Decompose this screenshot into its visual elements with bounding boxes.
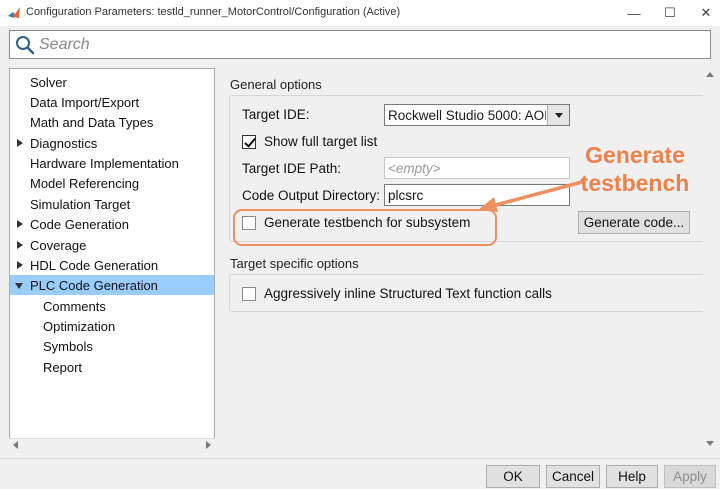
tree-item-label: Report: [43, 359, 83, 375]
tree-item-report[interactable]: Report: [10, 357, 214, 377]
apply-button[interactable]: Apply: [664, 465, 716, 488]
search-icon: [16, 36, 35, 55]
expand-arrow-icon[interactable]: [17, 220, 23, 228]
window-title: Configuration Parameters: testld_runner_…: [26, 6, 401, 18]
search-box[interactable]: [9, 30, 711, 59]
tree-item-hdl-code-generation[interactable]: HDL Code Generation: [10, 255, 214, 275]
general-options-title: General options: [230, 77, 322, 92]
maximize-button[interactable]: ☐: [652, 0, 688, 26]
show-full-target-list-label: Show full target list: [264, 134, 378, 149]
help-button[interactable]: Help: [606, 465, 658, 488]
tree-item-plc-code-generation[interactable]: PLC Code Generation: [10, 275, 214, 295]
collapse-arrow-icon[interactable]: [15, 283, 23, 289]
cancel-button[interactable]: Cancel: [546, 465, 600, 488]
tree-item-data-import-export[interactable]: Data Import/Export: [10, 92, 214, 112]
tree-item-label: Math and Data Types: [30, 114, 154, 130]
tree-item-label: Diagnostics: [30, 135, 98, 151]
tree-item-label: Symbols: [43, 338, 93, 354]
search-input[interactable]: [39, 33, 699, 56]
tree-item-label: Solver: [30, 74, 67, 90]
tree-item-symbols[interactable]: Symbols: [10, 336, 214, 356]
scroll-down-icon[interactable]: [706, 441, 714, 446]
scroll-up-icon[interactable]: [706, 72, 714, 77]
target-ide-select[interactable]: Rockwell Studio 5000: AOI: [384, 104, 570, 126]
tree-item-label: Optimization: [43, 318, 116, 334]
tree-item-label: Hardware Implementation: [30, 155, 179, 171]
tree-item-label: PLC Code Generation: [30, 277, 158, 293]
tree-item-math-and-data-types[interactable]: Math and Data Types: [10, 112, 214, 132]
tree-item-simulation-target[interactable]: Simulation Target: [10, 194, 214, 214]
tree-item-label: Data Import/Export: [30, 94, 140, 110]
tree-item-comments[interactable]: Comments: [10, 296, 214, 316]
minimize-button[interactable]: —: [616, 0, 652, 26]
target-ide-path-label: Target IDE Path:: [242, 161, 342, 176]
tree-item-solver[interactable]: Solver: [10, 72, 214, 92]
inline-structured-text-label: Aggressively inline Structured Text func…: [264, 286, 552, 301]
ok-button[interactable]: OK: [486, 465, 540, 488]
target-specific-title: Target specific options: [230, 256, 359, 271]
tree-item-hardware-implementation[interactable]: Hardware Implementation: [10, 153, 214, 173]
tree-horizontal-scrollbar[interactable]: [9, 438, 215, 450]
tree-item-optimization[interactable]: Optimization: [10, 316, 214, 336]
matlab-app-icon: [8, 7, 20, 18]
callout-line-2: testbench: [580, 170, 690, 196]
tree-item-label: HDL Code Generation: [30, 257, 159, 273]
dropdown-button[interactable]: [547, 105, 569, 125]
tree-item-label: Comments: [43, 298, 106, 314]
tree-item-code-generation[interactable]: Code Generation: [10, 214, 214, 234]
vertical-scrollbar[interactable]: [703, 68, 716, 450]
tree-item-label: Coverage: [30, 237, 87, 253]
category-tree: Solver Data Import/Export Math and Data …: [9, 68, 215, 450]
generate-code-button[interactable]: Generate code...: [578, 211, 690, 234]
tree-item-label: Model Referencing: [30, 175, 140, 191]
annotation-highlight: [233, 209, 497, 246]
scroll-left-icon[interactable]: [13, 441, 18, 449]
inline-structured-text-checkbox[interactable]: [242, 287, 256, 301]
callout-line-1: Generate: [585, 142, 685, 168]
show-full-target-list-checkbox[interactable]: [242, 135, 256, 149]
expand-arrow-icon[interactable]: [17, 241, 23, 249]
close-button[interactable]: ✕: [688, 0, 720, 26]
tree-item-model-referencing[interactable]: Model Referencing: [10, 173, 214, 193]
code-output-directory-label: Code Output Directory:: [242, 188, 381, 203]
tree-item-label: Code Generation: [30, 216, 130, 232]
chevron-down-icon: [555, 113, 563, 118]
scroll-right-icon[interactable]: [206, 441, 211, 449]
tree-item-diagnostics[interactable]: Diagnostics: [10, 133, 214, 153]
expand-arrow-icon[interactable]: [17, 261, 23, 269]
target-ide-value: Rockwell Studio 5000: AOI: [388, 108, 546, 123]
annotation-callout: Generate testbench: [572, 141, 698, 197]
expand-arrow-icon[interactable]: [17, 139, 23, 147]
title-bar: Configuration Parameters: testld_runner_…: [0, 0, 720, 26]
tree-item-coverage[interactable]: Coverage: [10, 235, 214, 255]
tree-item-label: Simulation Target: [30, 196, 131, 212]
target-ide-label: Target IDE:: [242, 107, 310, 122]
